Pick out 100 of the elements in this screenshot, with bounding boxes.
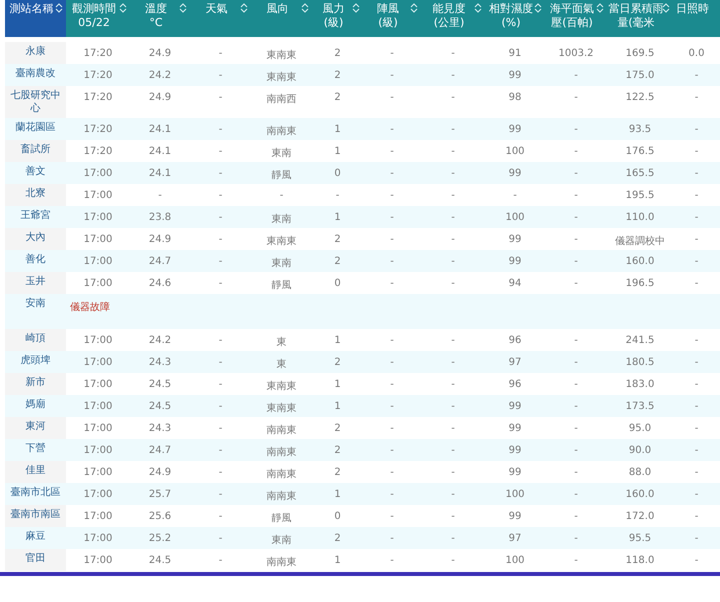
table-cell: - — [545, 118, 607, 140]
table-cell-text: 2 — [333, 466, 342, 480]
sort-icon[interactable] — [474, 3, 482, 13]
table-cell-text: 25.6 — [148, 510, 172, 524]
sort-icon[interactable] — [534, 3, 542, 13]
station-name[interactable]: 玉井 — [5, 272, 66, 294]
table-cell-text: - — [278, 189, 284, 203]
station-name[interactable]: 安南 — [5, 294, 66, 329]
table-cell: 95.5 — [607, 527, 673, 549]
table-cell: 1 — [312, 483, 363, 505]
station-name[interactable]: 北寮 — [5, 184, 66, 206]
table-cell-text: 100 — [504, 145, 526, 159]
table-cell: 2 — [312, 64, 363, 86]
sort-icon[interactable] — [301, 3, 309, 13]
table-cell-text: - — [218, 422, 224, 436]
station-name[interactable]: 蘭花園區 — [5, 118, 66, 140]
table-cell-text: 241.5 — [624, 334, 656, 348]
station-name[interactable]: 下營 — [5, 439, 66, 461]
station-name[interactable]: 媽廟 — [5, 395, 66, 417]
table-cell: - — [421, 439, 485, 461]
table-cell-text: - — [512, 189, 518, 203]
table-cell-text: - — [218, 145, 224, 159]
table-cell: - — [545, 64, 607, 86]
station-name[interactable]: 新市 — [5, 373, 66, 395]
table-cell: - — [673, 395, 720, 417]
table-cell-text: 0 — [333, 277, 342, 291]
table-cell: - — [421, 483, 485, 505]
table-cell-text: 1003.2 — [558, 47, 594, 61]
table-cell-text: 靜風 — [270, 512, 292, 526]
table-cell-text: - — [218, 277, 224, 291]
table-cell-text: 東南 — [270, 146, 292, 161]
station-name[interactable]: 東河 — [5, 417, 66, 439]
header-label: 風力 — [322, 2, 344, 16]
table-cell-text: 2 — [333, 233, 342, 247]
table-cell: - — [545, 483, 607, 505]
table-cell-text: - — [694, 466, 700, 480]
table-cell: 南南東 — [251, 483, 312, 505]
table-cell-text: - — [389, 378, 395, 392]
header-label: 天氣 — [206, 2, 228, 16]
station-name[interactable]: 善化 — [5, 250, 66, 272]
station-name[interactable]: 崎頂 — [5, 329, 66, 351]
table-cell-text: - — [218, 233, 224, 247]
table-cell: 1 — [312, 395, 363, 417]
header-unit: (%) — [501, 16, 521, 30]
station-name[interactable]: 官田 — [5, 549, 66, 571]
header-label: 海平面氣壓(百帕) — [549, 2, 595, 30]
station-name[interactable]: 臺南市南區 — [5, 505, 66, 527]
table-cell-text: - — [218, 378, 224, 392]
table-cell-text: 17:00 — [82, 277, 114, 291]
table-cell: - — [190, 483, 251, 505]
sort-icon[interactable] — [179, 3, 187, 13]
sort-icon[interactable] — [662, 3, 670, 13]
table-cell-text: - — [573, 466, 579, 480]
table-cell: - — [421, 527, 485, 549]
station-name[interactable]: 臺南市北區 — [5, 483, 66, 505]
sort-icon[interactable] — [240, 3, 248, 13]
table-cell-text: 17:00 — [82, 378, 114, 392]
sort-icon[interactable] — [410, 3, 418, 13]
table-cell: - — [421, 395, 485, 417]
sort-icon[interactable] — [119, 3, 127, 13]
table-cell: - — [190, 351, 251, 373]
table-cell: 1 — [312, 206, 363, 228]
sort-icon[interactable] — [352, 3, 360, 13]
sort-icon[interactable] — [596, 3, 604, 13]
table-cell-text: 96 — [508, 334, 522, 348]
table-cell-text: - — [573, 422, 579, 436]
table-cell-text: 24.3 — [148, 422, 172, 436]
table-cell: - — [363, 250, 421, 272]
table-cell: - — [673, 439, 720, 461]
table-cell-text: - — [694, 277, 700, 291]
table-cell: - — [190, 250, 251, 272]
table-cell: 100 — [485, 483, 545, 505]
table-cell-text: 24.9 — [148, 466, 172, 480]
table-cell-text: - — [694, 378, 700, 392]
table-cell: 東南東 — [251, 395, 312, 417]
table-cell: 23.8 — [130, 206, 190, 228]
table-cell-text: 17:00 — [82, 233, 114, 247]
table-cell-text: 17:20 — [82, 47, 114, 61]
station-name[interactable]: 善文 — [5, 162, 66, 184]
header-unit: (級) — [324, 16, 344, 30]
table-cell: 東 — [251, 351, 312, 373]
table-cell-text: - — [573, 510, 579, 524]
table-cell-text: - — [694, 510, 700, 524]
table-cell: 南南東 — [251, 439, 312, 461]
station-name[interactable]: 麻豆 — [5, 527, 66, 549]
table-cell-text: - — [694, 554, 700, 568]
table-cell-text: - — [450, 554, 456, 568]
station-name[interactable]: 佳里 — [5, 461, 66, 483]
sort-icon[interactable] — [55, 3, 63, 13]
station-name[interactable]: 七股研究中心 — [5, 86, 66, 118]
table-cell: 100 — [485, 206, 545, 228]
station-name[interactable]: 大內 — [5, 228, 66, 250]
table-cell-text: - — [573, 277, 579, 291]
station-name[interactable]: 虎頭埤 — [5, 351, 66, 373]
station-name[interactable]: 王爺宮 — [5, 206, 66, 228]
station-name[interactable]: 永康 — [5, 42, 66, 64]
station-name[interactable]: 臺南農改 — [5, 64, 66, 86]
station-name[interactable]: 畜試所 — [5, 140, 66, 162]
table-cell-text: 南南西 — [266, 92, 298, 107]
table-cell: 17:00 — [66, 351, 130, 373]
